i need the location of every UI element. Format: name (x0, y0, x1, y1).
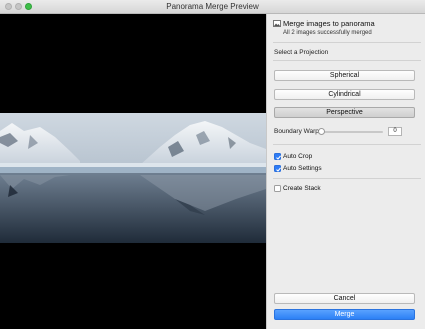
title-bar[interactable]: Panorama Merge Preview (0, 0, 425, 14)
divider (273, 60, 421, 61)
merge-button[interactable]: Merge (274, 309, 415, 320)
auto-crop-checkbox[interactable] (274, 153, 282, 160)
spherical-button[interactable]: Spherical (274, 70, 415, 81)
auto-settings-checkbox[interactable] (274, 165, 282, 172)
create-stack-label[interactable]: Create Stack (283, 185, 321, 192)
auto-settings-label[interactable]: Auto Settings (283, 165, 322, 172)
panorama-image-icon (273, 20, 281, 27)
boundary-warp-slider-knob[interactable] (318, 128, 325, 135)
boundary-warp-slider[interactable] (321, 131, 383, 133)
divider (273, 42, 421, 43)
divider (273, 178, 421, 179)
checkmark-icon (276, 155, 282, 160)
merge-status: All 2 images successfully merged (283, 30, 372, 36)
cylindrical-button[interactable]: Cylindrical (274, 89, 415, 100)
create-stack-checkbox[interactable] (274, 185, 281, 192)
checkmark-icon (276, 167, 282, 172)
projection-section-label: Select a Projection (274, 49, 329, 56)
merge-options-panel: Merge images to panorama All 2 images su… (266, 14, 425, 329)
panel-title: Merge images to panorama (283, 19, 375, 28)
boundary-warp-value[interactable]: 0 (388, 127, 402, 136)
cancel-button[interactable]: Cancel (274, 293, 415, 304)
window-title: Panorama Merge Preview (166, 2, 259, 11)
panorama-preview (0, 14, 266, 329)
boundary-warp-label: Boundary Warp: (274, 128, 321, 135)
divider (273, 144, 421, 145)
panorama-merge-window: Panorama Merge Preview Merge images to p… (0, 0, 425, 329)
perspective-button[interactable]: Perspective (274, 107, 415, 118)
auto-crop-label[interactable]: Auto Crop (283, 153, 312, 160)
panorama-image (0, 113, 266, 243)
